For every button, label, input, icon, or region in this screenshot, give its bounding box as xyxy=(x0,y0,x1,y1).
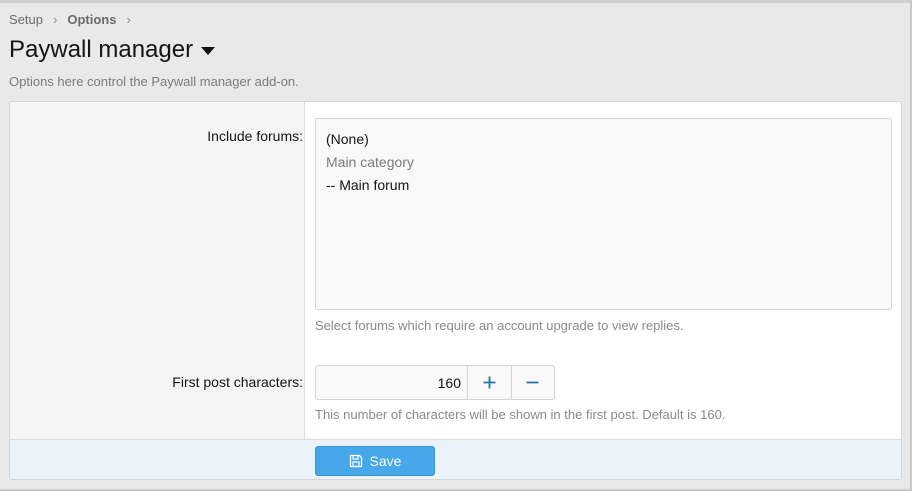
save-button[interactable]: Save xyxy=(315,446,435,476)
caret-down-icon[interactable] xyxy=(201,47,216,55)
first-post-chars-input[interactable] xyxy=(316,366,467,399)
chevron-right-icon: › xyxy=(126,12,131,27)
breadcrumb-options[interactable]: Options xyxy=(67,12,116,27)
chevron-right-icon: › xyxy=(52,12,58,27)
first-post-chars-stepper xyxy=(315,365,555,400)
include-forums-list[interactable]: (None) Main category -- Main forum xyxy=(315,118,892,310)
decrement-button[interactable] xyxy=(510,366,555,399)
first-post-chars-label: First post characters: xyxy=(172,374,303,390)
options-block: Include forums: (None) Main category -- … xyxy=(9,101,902,480)
plus-icon xyxy=(483,376,496,389)
breadcrumb-setup[interactable]: Setup xyxy=(9,12,43,27)
first-post-chars-hint: This number of characters will be shown … xyxy=(315,407,726,422)
forum-option-main-forum[interactable]: -- Main forum xyxy=(326,174,881,197)
page-description: Options here control the Paywall manager… xyxy=(9,74,299,89)
page-title: Paywall manager xyxy=(9,36,194,63)
include-forums-hint: Select forums which require an account u… xyxy=(315,318,684,333)
window-top-edge xyxy=(0,0,912,3)
minus-icon xyxy=(526,381,539,384)
save-button-label: Save xyxy=(369,453,402,469)
increment-button[interactable] xyxy=(467,366,511,399)
form-footer: Save xyxy=(10,439,901,479)
title-row: Paywall manager xyxy=(9,36,216,64)
forum-option-none[interactable]: (None) xyxy=(326,128,881,151)
forum-option-main-category[interactable]: Main category xyxy=(326,151,881,174)
save-icon xyxy=(349,454,362,468)
breadcrumb: Setup › Options › xyxy=(9,12,141,27)
include-forums-label: Include forums: xyxy=(207,128,303,144)
